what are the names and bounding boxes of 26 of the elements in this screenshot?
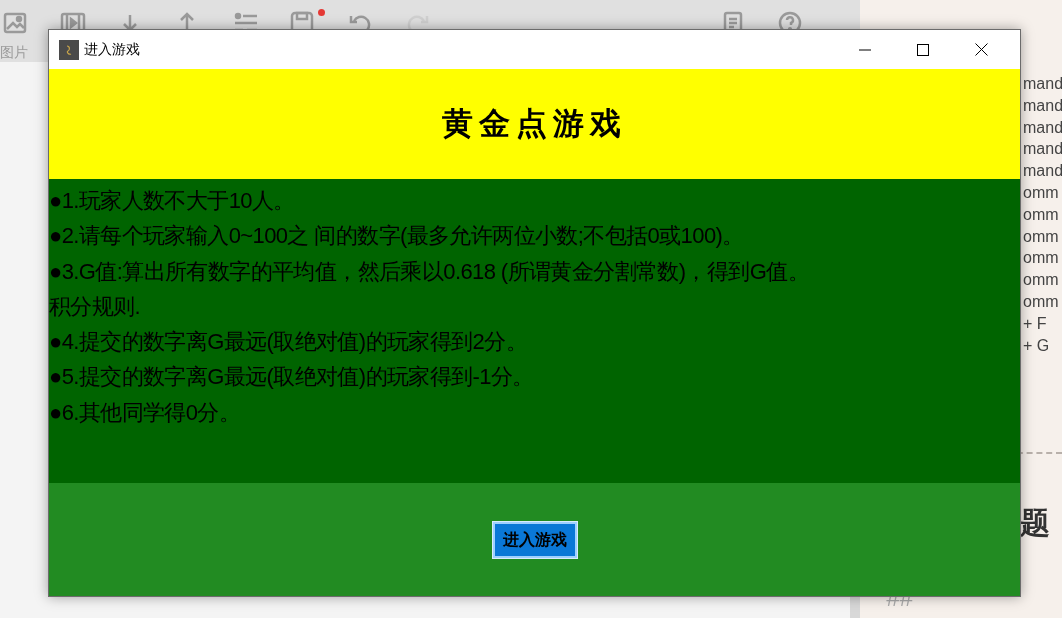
rule-text: ●1.玩家人数不大于10人。: [49, 187, 296, 215]
shortcut-text: mand: [1023, 74, 1062, 94]
window-title: 进入游戏: [84, 40, 140, 59]
app-icon: [59, 39, 79, 60]
shortcut-text: mand: [1023, 117, 1062, 138]
shortcut-text: omm: [1023, 183, 1059, 203]
rule-text: 积分规则.: [49, 292, 142, 321]
shortcut-text: omm: [1023, 204, 1059, 225]
shortcut-text: + G: [1023, 335, 1050, 356]
rule-text: ●6.其他同学得0分。: [49, 398, 242, 427]
shortcut-text: omm: [1023, 292, 1059, 312]
shortcut-text: omm: [1023, 248, 1059, 269]
shortcut-text: + F: [1023, 313, 1047, 334]
banner-title: 黄金点游戏: [442, 104, 627, 143]
rule-text: ●4.提交的数字离G最远(取绝对值)的玩家得到2分。: [49, 328, 529, 357]
shortcut-text: mand: [1023, 139, 1062, 160]
shortcut-text: mand: [1023, 95, 1062, 116]
rule-text: ●2.请每个玩家输入0~100之 间的数字(最多允许两位小数;不包括0或100)。: [49, 222, 745, 251]
rule-text: ●3.G值:算出所有数字的平均值，然后乘以0.618 (所谓黄金分割常数)，得到G值。: [49, 257, 810, 286]
shortcut-text: omm: [1023, 270, 1059, 291]
heading-text: 题: [1020, 505, 1050, 541]
rule-text: ●5.提交的数字离G最远(取绝对值)的玩家得到-1分。: [49, 363, 535, 392]
toolbar-label: 图片: [0, 43, 28, 62]
shortcut-text: mand: [1023, 161, 1062, 182]
shortcut-text: omm: [1023, 226, 1059, 247]
enter-game-button[interactable]: 进入游戏: [492, 521, 577, 558]
